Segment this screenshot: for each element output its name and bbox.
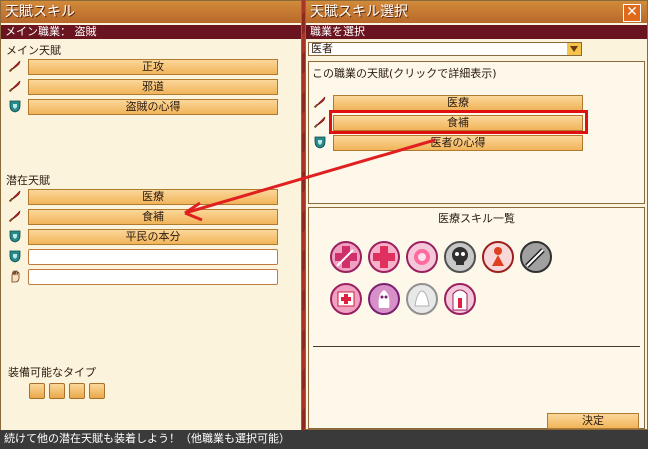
- job-select-bar: 職業を選択: [306, 25, 647, 39]
- cure-skill-icon[interactable]: [405, 240, 439, 274]
- firstaid-skill-icon[interactable]: [329, 282, 363, 316]
- skull-skill-icon[interactable]: [443, 240, 477, 274]
- latent-talent-slot-5[interactable]: [28, 269, 278, 285]
- talent-skill-window: 天賦スキル メイン職業： 盗賊 メイン天賦 正攻 邪道 盗賊の心得 潜在天賦 医…: [0, 0, 302, 449]
- shield-icon: [8, 99, 22, 113]
- job-talents-panel: この職業の天賦(クリックで詳細表示) 医療 食補 医者の心得: [308, 61, 645, 204]
- job-talent-3[interactable]: 医者の心得: [333, 135, 583, 151]
- confirm-button[interactable]: 決定: [547, 413, 639, 429]
- latent-talent-heading: 潜在天賦: [6, 174, 50, 187]
- sword-icon: [8, 189, 22, 203]
- main-talent-slot-1[interactable]: 正攻: [28, 59, 278, 75]
- syringe-skill-icon[interactable]: [519, 240, 553, 274]
- dagger-type-icon: [49, 383, 65, 399]
- main-talent-heading: メイン天賦: [6, 44, 61, 57]
- job-talents-heading: この職業の天賦(クリックで詳細表示): [312, 67, 497, 80]
- hint-text: 続けて他の潜在天賦も装着しよう！（他職業も選択可能）: [4, 432, 290, 445]
- job-select-value: 医者: [311, 42, 333, 55]
- latent-talent-slot-4[interactable]: [28, 249, 278, 265]
- selected-highlight-box: [329, 110, 588, 134]
- divider: [313, 346, 640, 347]
- window-title: 天賦スキル: [1, 1, 301, 23]
- close-button[interactable]: ✕: [623, 4, 641, 22]
- main-job-value: 盗賊: [74, 25, 97, 38]
- shield-icon: [313, 135, 327, 149]
- ghost-skill-icon[interactable]: [405, 282, 439, 316]
- main-job-label: メイン職業：: [5, 25, 71, 38]
- shield-icon: [8, 249, 22, 263]
- main-job-bar: メイン職業： 盗賊: [1, 25, 301, 39]
- hint-bar: 続けて他の潜在天賦も装着しよう！（他職業も選択可能）: [0, 430, 648, 449]
- main-talent-slot-2[interactable]: 邪道: [28, 79, 278, 95]
- hand-icon: [8, 269, 22, 283]
- latent-talent-slot-3[interactable]: 平民の本分: [28, 229, 278, 245]
- heal-skill-icon[interactable]: [367, 240, 401, 274]
- figure-skill-icon[interactable]: [481, 240, 515, 274]
- job-select-dropdown[interactable]: 医者: [308, 42, 582, 56]
- latent-talent-slot-2[interactable]: 食補: [28, 209, 278, 225]
- skill-list-panel: 医療スキル一覧 決定: [308, 207, 645, 429]
- latent-talent-slot-1[interactable]: 医療: [28, 189, 278, 205]
- job-talent-1[interactable]: 医療: [333, 95, 583, 111]
- armor-type-icon: [29, 383, 45, 399]
- spirit-skill-icon[interactable]: [367, 282, 401, 316]
- sword-icon: [313, 95, 327, 109]
- main-talent-slot-3[interactable]: 盗賊の心得: [28, 99, 278, 115]
- window-title: 天賦スキル選択: [306, 1, 647, 23]
- sword-icon: [313, 115, 327, 129]
- shield-icon: [8, 229, 22, 243]
- chevron-down-icon[interactable]: [567, 43, 581, 55]
- talent-select-window: 天賦スキル選択 ✕ 職業を選択 医者 この職業の天賦(クリックで詳細表示) 医療…: [305, 0, 648, 430]
- medic-skill-icon[interactable]: [329, 240, 363, 274]
- claw-type-icon: [89, 383, 105, 399]
- sword-icon: [8, 79, 22, 93]
- job-select-label: 職業を選択: [310, 25, 365, 38]
- sword-icon: [8, 59, 22, 73]
- bow-type-icon: [69, 383, 85, 399]
- equip-types-heading: 装備可能なタイプ: [8, 366, 96, 379]
- nurse-skill-icon[interactable]: [443, 282, 477, 316]
- skill-list-heading: 医療スキル一覧: [438, 212, 515, 225]
- sword-icon: [8, 209, 22, 223]
